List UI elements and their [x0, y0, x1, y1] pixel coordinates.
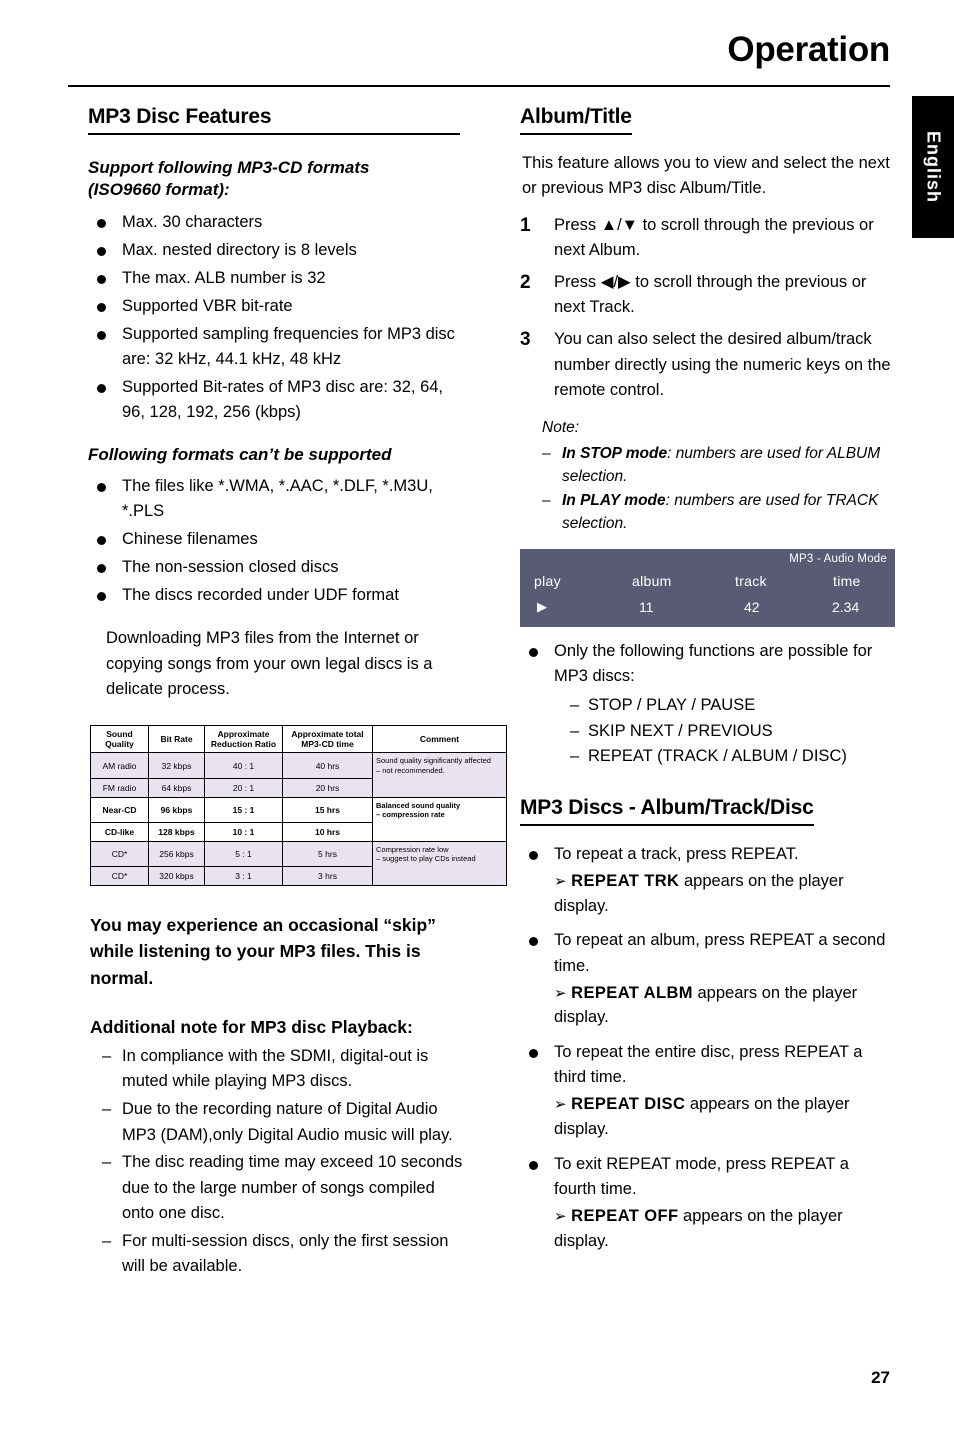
col-reduction-ratio: Approximate Reduction Ratio	[204, 725, 283, 754]
functions-bullet: Only the following functions are possibl…	[520, 639, 895, 689]
table-row: AM radio 32 kbps 40 : 1 40 hrs Sound qua…	[90, 752, 507, 779]
display-col-track: track	[735, 573, 767, 590]
comment-cell-2: Balanced sound quality – compression rat…	[372, 796, 507, 823]
repeat-bullet: To exit REPEAT mode, press REPEAT a four…	[520, 1152, 895, 1202]
col-sound-quality: Sound Quality	[90, 725, 149, 754]
arrow-icon: ➢	[554, 1207, 567, 1225]
list-item: The discs recorded under UDF format	[88, 583, 466, 608]
table-row: CD-like 128 kbps 10 : 1 10 hrs	[90, 821, 507, 842]
left-section-title: MP3 Disc Features	[88, 105, 466, 139]
page-header-title: Operation	[727, 30, 890, 69]
list-item: Chinese filenames	[88, 527, 466, 552]
support-formats-line1: Support following MP3-CD formats	[88, 158, 370, 177]
document-page: Operation English MP3 Disc Features Supp…	[0, 0, 954, 1430]
list-item: For multi-session discs, only the first …	[102, 1229, 466, 1280]
right-column: Album/Title This feature allows you to v…	[520, 105, 895, 1253]
col-comment: Comment	[372, 725, 507, 754]
list-item: Supported Bit-rates of MP3 disc are: 32,…	[88, 375, 466, 425]
repeat-result: ➢ REPEAT ALBM appears on the player disp…	[554, 983, 858, 1027]
list-item: Due to the recording nature of Digital A…	[102, 1097, 466, 1148]
repeat-bullet: To repeat the entire disc, press REPEAT …	[520, 1040, 895, 1090]
arrow-icon: ➢	[554, 1096, 567, 1114]
header-divider	[68, 85, 890, 87]
arrow-icon: ➢	[554, 872, 567, 890]
arrow-icon: ➢	[554, 984, 567, 1002]
list-item: REPEAT (TRACK / ALBUM / DISC)	[570, 744, 895, 770]
list-item: STOP / PLAY / PAUSE	[570, 693, 895, 719]
language-tab: English	[912, 96, 954, 238]
comment-cell-2-cont	[372, 822, 507, 842]
list-item: The max. ALB number is 32	[88, 266, 466, 291]
display-mode-label: MP3 - Audio Mode	[789, 553, 887, 566]
repeat-result: ➢ REPEAT OFF appears on the player displ…	[554, 1206, 843, 1250]
display-album-value: 11	[639, 599, 654, 616]
additional-note-subhead: Additional note for MP3 disc Playback:	[90, 1016, 413, 1037]
support-formats-subhead: Support following MP3-CD formats (ISO966…	[88, 157, 466, 202]
unsupported-formats-list: The files like *.WMA, *.AAC, *.DLF, *.M3…	[88, 474, 466, 608]
comment-cell-1-cont	[372, 778, 507, 798]
display-track-value: 42	[744, 599, 760, 616]
play-icon: ▶	[537, 599, 547, 615]
list-item: Supported sampling frequencies for MP3 d…	[88, 322, 466, 372]
step-item: 3 You can also select the desired album/…	[520, 329, 891, 399]
support-formats-line2: (ISO9660 format):	[88, 180, 230, 200]
step-item: 2 Press ◀/▶ to scroll through the previo…	[520, 272, 867, 317]
comment-cell-3-cont	[372, 866, 507, 887]
album-title-section-title: Album/Title	[520, 105, 895, 139]
left-column: MP3 Disc Features Support following MP3-…	[88, 105, 507, 1282]
note-line-1: In STOP mode: numbers are used for ALBUM…	[542, 443, 895, 488]
additional-note-list: In compliance with the SDMI, digital-out…	[102, 1044, 466, 1280]
repeat-section-title: MP3 Discs - Album/Track/Disc	[520, 796, 895, 830]
page-number: 27	[871, 1368, 890, 1387]
table-header-row: Sound Quality Bit Rate Approximate Reduc…	[90, 725, 507, 754]
download-note-paragraph: Downloading MP3 files from the Internet …	[106, 629, 433, 699]
player-display-graphic: MP3 - Audio Mode play album track time ▶…	[520, 549, 895, 628]
album-title-intro: This feature allows you to view and sele…	[522, 154, 890, 198]
language-tab-label: English	[923, 130, 944, 204]
bitrate-table: Sound Quality Bit Rate Approximate Reduc…	[90, 725, 507, 887]
display-col-album: album	[632, 573, 672, 590]
list-item: Supported VBR bit-rate	[88, 294, 466, 319]
list-item: Max. nested directory is 8 levels	[88, 238, 466, 263]
display-col-time: time	[833, 573, 861, 590]
display-time-value: 2.34	[832, 599, 860, 616]
list-item: In compliance with the SDMI, digital-out…	[102, 1044, 466, 1095]
repeat-instructions: To repeat a track, press REPEAT. ➢ REPEA…	[520, 842, 895, 1254]
list-item: Max. 30 characters	[88, 210, 466, 235]
table-row: Near-CD 96 kbps 15 : 1 15 hrs Balanced s…	[90, 796, 507, 823]
list-item: The disc reading time may exceed 10 seco…	[102, 1150, 466, 1227]
repeat-bullet: To repeat a track, press REPEAT.	[520, 842, 895, 867]
display-col-play: play	[534, 573, 561, 590]
col-bit-rate: Bit Rate	[148, 725, 205, 754]
step-item: 1 Press ▲/▼ to scroll through the previo…	[520, 215, 874, 260]
col-total-time: Approximate total MP3-CD time	[282, 725, 373, 754]
table-row: CD* 256 kbps 5 : 1 5 hrs Compression rat…	[90, 840, 507, 868]
supported-formats-list: Max. 30 characters Max. nested directory…	[88, 210, 466, 426]
note-block: Note: In STOP mode: numbers are used for…	[542, 417, 895, 535]
functions-list: STOP / PLAY / PAUSE SKIP NEXT / PREVIOUS…	[570, 693, 895, 770]
table-row: CD* 320 kbps 3 : 1 3 hrs	[90, 866, 507, 887]
repeat-bullet: To repeat an album, press REPEAT a secon…	[520, 928, 895, 978]
note-line-2: In PLAY mode: numbers are used for TRACK…	[542, 490, 895, 535]
album-title-steps: 1 Press ▲/▼ to scroll through the previo…	[520, 213, 895, 403]
list-item: The non-session closed discs	[88, 555, 466, 580]
unsupported-formats-subhead: Following formats can’t be supported	[88, 444, 392, 464]
repeat-result: ➢ REPEAT DISC appears on the player disp…	[554, 1095, 850, 1139]
comment-cell-1: Sound quality significantly affected – n…	[372, 752, 507, 779]
note-heading: Note:	[542, 418, 580, 436]
comment-cell-3: Compression rate low – suggest to play C…	[372, 840, 507, 867]
list-item: SKIP NEXT / PREVIOUS	[570, 719, 895, 745]
list-item: The files like *.WMA, *.AAC, *.DLF, *.M3…	[88, 474, 466, 524]
repeat-result: ➢ REPEAT TRK appears on the player displ…	[554, 871, 844, 915]
skip-warning-paragraph: You may experience an occasional “skip” …	[90, 915, 436, 988]
table-row: FM radio 64 kbps 20 : 1 20 hrs	[90, 777, 507, 798]
